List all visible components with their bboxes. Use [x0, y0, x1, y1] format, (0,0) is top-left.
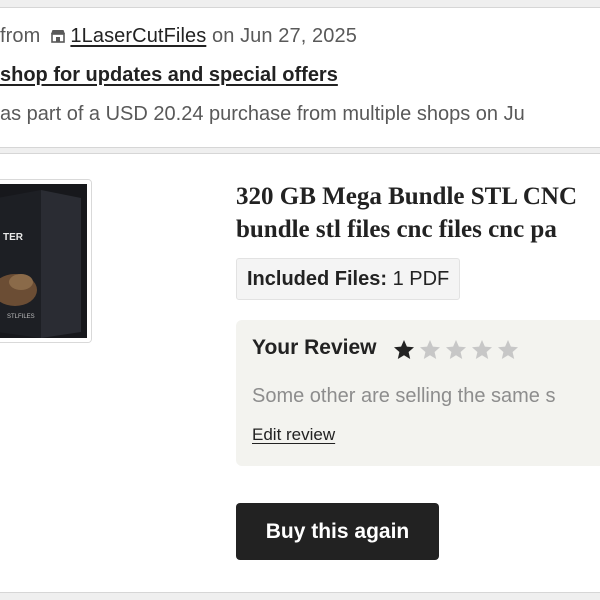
thumbnail-text: TER [3, 232, 24, 243]
product-thumbnail[interactable]: TER STLFILES [0, 179, 92, 343]
star-rating [392, 338, 522, 362]
star-empty-icon [472, 340, 492, 359]
shop-name-link[interactable]: 1LaserCutFiles [70, 25, 206, 47]
thumbnail-small-text: STLFILES [7, 314, 35, 320]
buy-again-button[interactable]: Buy this again [236, 503, 439, 560]
star-filled-icon [394, 340, 414, 359]
follow-shop-link[interactable]: shop for updates and special offers [0, 64, 338, 87]
item-title-line-2[interactable]: bundle stl files cnc files cnc pa [236, 213, 577, 246]
review-title: Your Review [252, 336, 377, 359]
item-title[interactable]: 320 GB Mega Bundle STL CNC bundle stl fi… [236, 180, 577, 246]
item-title-line-1[interactable]: 320 GB Mega Bundle STL CNC [236, 180, 577, 213]
edit-review-link[interactable]: Edit review [252, 425, 335, 445]
included-files-label: Included Files: [247, 268, 388, 290]
from-prefix: from [0, 25, 41, 47]
shop-icon [50, 26, 66, 49]
review-text: Some other are selling the same s [252, 385, 556, 407]
purchased-from-line: from 1LaserCutFiles on Jun 27, 2025 [0, 25, 357, 49]
product-box-image: TER STLFILES [0, 180, 91, 342]
included-files-value: 1 PDF [392, 268, 450, 290]
star-empty-icon [498, 340, 518, 359]
star-empty-icon [420, 340, 440, 359]
review-box: Your Review Some other are selling the s… [236, 320, 600, 466]
order-date: on Jun 27, 2025 [211, 25, 357, 47]
purchase-note: as part of a USD 20.24 purchase from mul… [0, 103, 525, 125]
star-empty-icon [446, 340, 466, 359]
included-files-badge: Included Files: 1 PDF [236, 258, 461, 300]
